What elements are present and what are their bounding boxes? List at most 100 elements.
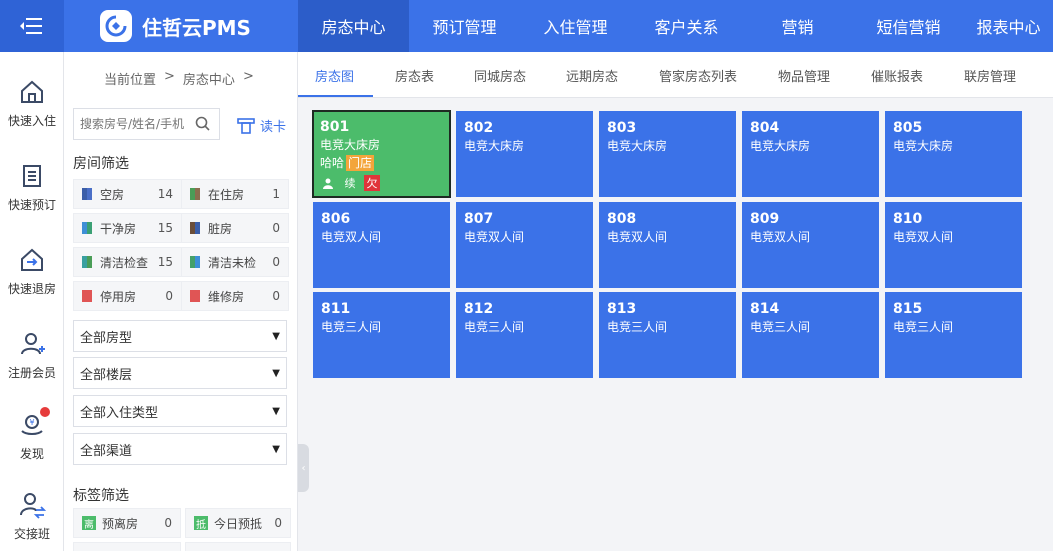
search-input[interactable]	[74, 110, 192, 138]
menu-collapse-icon	[20, 18, 42, 34]
chevron-left-icon: ‹	[301, 462, 306, 474]
tag-arriving-today[interactable]: 抵 今日预抵 0	[185, 508, 291, 538]
brand: 住哲云PMS	[64, 0, 298, 52]
channel-select[interactable]: 全部渠道 ▼	[73, 433, 287, 465]
nav-item-room-status[interactable]: 房态中心	[298, 0, 409, 52]
rail-label: 快速预订	[7, 197, 56, 212]
room-card-805[interactable]: 805 电竞大床房	[885, 111, 1022, 197]
tag-label: 预离房	[102, 516, 139, 531]
nav-item-marketing[interactable]: 营销	[742, 0, 853, 52]
room-card-809[interactable]: 809 电竞双人间	[742, 202, 879, 288]
stat-count: 15	[157, 255, 173, 269]
nav-item-reports[interactable]: 报表中心	[964, 0, 1053, 52]
main-nav: 房态中心 预订管理 入住管理 客户关系 营销 短信营销 报表中心	[298, 0, 1053, 52]
tag-filter-title: 标签筛选	[73, 488, 129, 504]
dirty-swatch-icon	[190, 222, 200, 234]
extend-flag: 续	[342, 175, 358, 191]
room-number: 803	[607, 120, 637, 136]
tag-count: 0	[164, 516, 172, 530]
stat-count: 0	[272, 255, 280, 269]
room-number: 805	[893, 120, 923, 136]
tab-room-map[interactable]: 房态图	[315, 52, 354, 98]
stat-label: 清洁未检	[208, 255, 257, 270]
room-card-812[interactable]: 812 电竞三人间	[456, 292, 593, 378]
tab-linked-rooms[interactable]: 联房管理	[964, 52, 1016, 98]
room-card-806[interactable]: 806 电竞双人间	[313, 202, 450, 288]
read-card-button[interactable]: 读卡	[236, 116, 286, 135]
notification-dot	[40, 406, 50, 417]
person-icon	[320, 175, 336, 191]
room-card-815[interactable]: 815 电竞三人间	[885, 292, 1022, 378]
room-card-801[interactable]: 801 电竞大床房 哈哈 门店 续 欠	[312, 110, 451, 198]
nav-item-sms[interactable]: 短信营销	[853, 0, 964, 52]
room-card-803[interactable]: 803 电竞大床房	[599, 111, 736, 197]
room-card-802[interactable]: 802 电竞大床房	[456, 111, 593, 197]
select-value: 全部入住类型	[80, 405, 159, 421]
room-card-810[interactable]: 810 电竞双人间	[885, 202, 1022, 288]
stat-maintenance[interactable]: 维修房 0	[181, 281, 289, 311]
room-card-808[interactable]: 808 电竞双人间	[599, 202, 736, 288]
room-card-814[interactable]: 814 电竞三人间	[742, 292, 879, 378]
nav-item-customer[interactable]: 客户关系	[631, 0, 742, 52]
stat-dirty[interactable]: 脏房 0	[181, 213, 289, 243]
breadcrumb-current[interactable]: 房态中心	[183, 69, 235, 88]
stat-out-of-service[interactable]: 停用房 0	[73, 281, 182, 311]
select-value: 全部楼层	[80, 367, 133, 383]
tab-item-management[interactable]: 物品管理	[778, 52, 830, 98]
search-icon[interactable]	[194, 115, 212, 133]
handover-icon	[20, 492, 46, 519]
tab-future-room-status[interactable]: 远期房态	[566, 52, 618, 98]
rail-item-register-member[interactable]: 注册会员	[0, 316, 64, 394]
card-reader-icon	[237, 117, 255, 134]
stat-vacant[interactable]: 空房 14	[73, 179, 182, 209]
tag-row-partial	[185, 542, 291, 551]
brand-name: 住哲云PMS	[142, 15, 251, 40]
stat-clean-checked[interactable]: 清洁检查 15	[73, 247, 182, 277]
svg-text:¥: ¥	[29, 418, 34, 427]
room-card-811[interactable]: 811 电竞三人间	[313, 292, 450, 378]
room-type-select[interactable]: 全部房型 ▼	[73, 320, 287, 352]
nav-item-reservation[interactable]: 预订管理	[409, 0, 520, 52]
room-card-807[interactable]: 807 电竞双人间	[456, 202, 593, 288]
stat-clean-unchecked[interactable]: 清洁未检 0	[181, 247, 289, 277]
dropdown-arrow-icon: ▼	[272, 330, 280, 342]
room-type: 电竞双人间	[893, 230, 954, 244]
stat-clean[interactable]: 干净房 15	[73, 213, 182, 243]
rail-label: 快速退房	[7, 281, 56, 296]
rail-label: 交接班	[13, 526, 50, 541]
stat-label: 空房	[100, 187, 125, 202]
stat-occupied[interactable]: 在住房 1	[181, 179, 289, 209]
floor-select[interactable]: 全部楼层 ▼	[73, 357, 287, 389]
panel-collapse-handle[interactable]: ‹	[298, 444, 309, 492]
rail-item-quick-reservation[interactable]: 快速预订	[0, 148, 64, 226]
room-card-813[interactable]: 813 电竞三人间	[599, 292, 736, 378]
room-number: 815	[893, 301, 923, 317]
stat-label: 在住房	[208, 187, 245, 202]
rail-item-quick-checkout[interactable]: 快速退房	[0, 232, 64, 310]
stat-count: 1	[272, 187, 280, 201]
dropdown-arrow-icon: ▼	[272, 405, 280, 417]
room-number: 801	[320, 119, 350, 135]
checkin-type-select[interactable]: 全部入住类型 ▼	[73, 395, 287, 427]
room-type: 电竞三人间	[464, 320, 525, 334]
room-number: 808	[607, 211, 637, 227]
vacant-swatch-icon	[82, 188, 92, 200]
rail-item-discover[interactable]: ¥ 发现	[0, 397, 64, 475]
room-card-804[interactable]: 804 电竞大床房	[742, 111, 879, 197]
room-number: 807	[464, 211, 494, 227]
brand-logo-icon	[100, 10, 132, 42]
nav-item-checkin[interactable]: 入住管理	[520, 0, 631, 52]
tab-housekeeping-list[interactable]: 管家房态列表	[659, 52, 737, 98]
tab-city-room-status[interactable]: 同城房态	[474, 52, 526, 98]
tag-departing[interactable]: 离 预离房 0	[73, 508, 181, 538]
tab-collection-report[interactable]: 催账报表	[871, 52, 923, 98]
rail-item-quick-checkin[interactable]: 快速入住	[0, 64, 64, 142]
room-number: 813	[607, 301, 637, 317]
room-number: 804	[750, 120, 780, 136]
room-type: 电竞大床房	[750, 139, 811, 153]
room-number: 802	[464, 120, 494, 136]
rail-item-handover[interactable]: 交接班	[0, 477, 64, 551]
tab-room-table[interactable]: 房态表	[395, 52, 434, 98]
room-number: 809	[750, 211, 780, 227]
menu-toggle-button[interactable]	[0, 0, 64, 52]
